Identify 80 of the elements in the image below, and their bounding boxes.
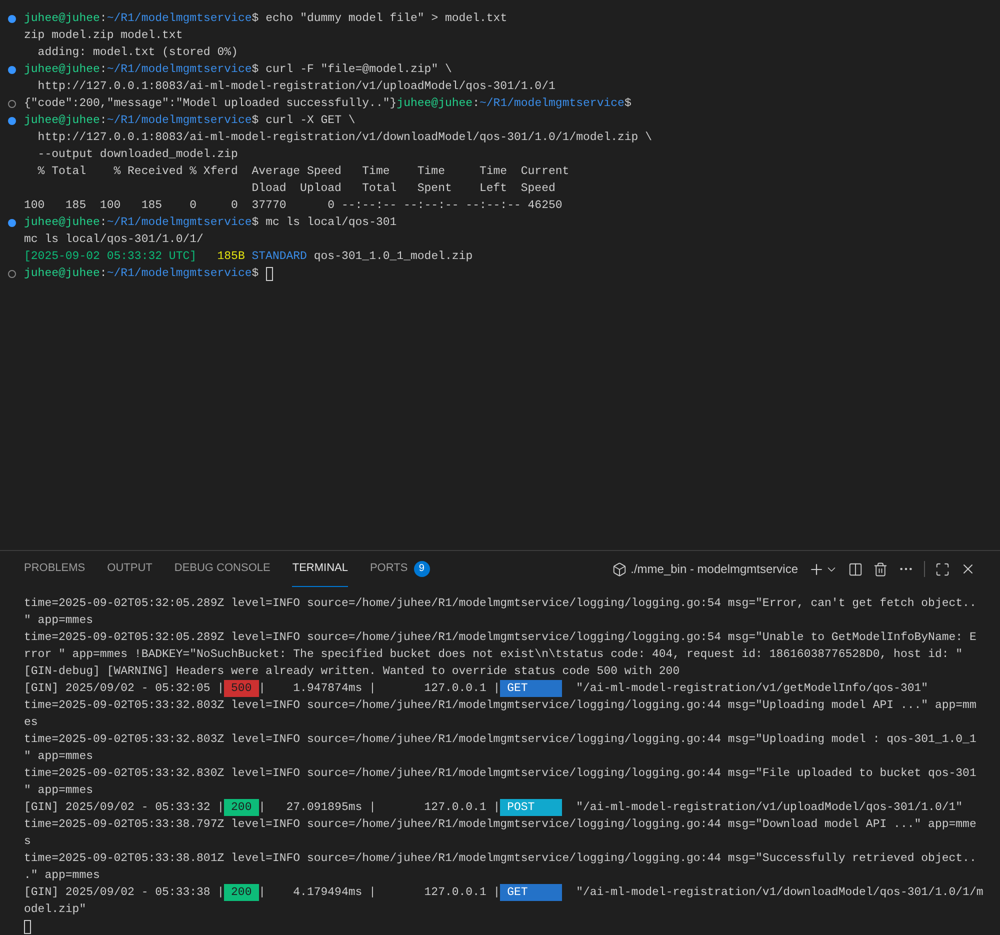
terminal-text: ." app=mmes	[24, 868, 100, 884]
terminal-text: Dload Upload Total Spent Left Speed	[250, 181, 556, 197]
terminal-text: :	[100, 266, 107, 282]
terminal-text: 185B	[216, 249, 245, 265]
terminal-text: qos-301_1.0_1_model.zip	[312, 249, 473, 265]
terminal-text: --output downloaded_model.zip	[36, 147, 238, 163]
terminal-text: time=2025-09-02T05:33:32.803Z level=INFO source=/home/juhee/R1/modelmgmtservice/logging/logging.go:44 msg="Uploading model API ..." app=mm	[24, 698, 976, 714]
terminal-text: | 1.947874ms | 127.0.0.1 |	[258, 681, 500, 697]
terminal-text: adding: model.txt (stored 0%)	[36, 45, 238, 61]
terminal-text: $ echo "dummy model file" > model.txt	[252, 11, 508, 27]
terminal-text: "/ai-ml-model-registration/v1/getModelInfo/qos-301"	[575, 681, 928, 697]
terminal-text: {"code":200,"message":"Model uploaded successfully.."}	[24, 96, 397, 112]
terminal-text: juhee@juhee	[24, 215, 100, 231]
terminal-text: ~/R1/modelmgmtservice	[106, 215, 252, 231]
terminal-text: :	[472, 96, 480, 112]
terminal-text: [GIN] 2025/09/02 - 05:32:05 |	[24, 681, 224, 697]
terminal-text: " app=mmes	[24, 783, 94, 799]
terminal-text: :	[100, 62, 107, 78]
terminal-text: juhee@juhee	[24, 266, 100, 282]
terminal-text: :	[100, 215, 107, 231]
maximize-panel-icon[interactable]	[935, 562, 950, 576]
terminal-text: time=2025-09-02T05:33:38.797Z level=INFO source=/home/juhee/R1/modelmgmtservice/logging/logging.go:44 msg="Download model API ..." app=mme	[24, 817, 976, 833]
terminal-text: " app=mmes	[24, 749, 94, 765]
http-method-badge: GET	[500, 884, 562, 901]
terminal-text: $	[252, 266, 260, 282]
terminal-text: | 4.179494ms | 127.0.0.1 |	[258, 885, 500, 901]
terminal-text: s	[24, 834, 31, 850]
terminal-text: $ curl -X GET \	[252, 113, 356, 129]
status-code-badge: 200	[224, 799, 259, 816]
terminal-text: juhee@juhee	[24, 113, 100, 129]
terminal-text: juhee@juhee	[396, 96, 473, 112]
terminal-text: :	[100, 113, 107, 129]
terminal-text: time=2025-09-02T05:32:05.289Z level=INFO source=/home/juhee/R1/modelmgmtservice/logging/logging.go:54 msg="Unable to GetModelInfoByName: E	[24, 630, 976, 646]
panel-tab[interactable]: TERMINAL	[292, 551, 348, 587]
terminal-text: :	[100, 11, 107, 27]
terminal-text: % Total % Received % Xferd Average Speed Time Time Time Current	[36, 164, 570, 180]
terminal-text: [2025-09-02 05:33:32 UTC]	[24, 249, 197, 265]
terminal-text: [GIN] 2025/09/02 - 05:33:32 |	[24, 800, 224, 816]
panel-tab[interactable]: PORTS 9	[370, 551, 430, 587]
terminal-text: $	[624, 96, 632, 112]
terminal-text: $ mc ls local/qos-301	[252, 215, 397, 231]
terminal-text: "/ai-ml-model-registration/v1/downloadModel/qos-301/1.0/1/m	[575, 885, 984, 901]
terminal-text: STANDARD	[250, 249, 307, 265]
terminal-text: juhee@juhee	[24, 62, 100, 78]
terminal-text: " app=mmes	[24, 613, 94, 629]
http-method-badge: POST	[500, 799, 562, 816]
terminal-text: [GIN] 2025/09/02 - 05:33:38 |	[24, 885, 224, 901]
terminal-text: ~/R1/modelmgmtservice	[106, 113, 252, 129]
terminal-text: ~/R1/modelmgmtservice	[480, 96, 624, 112]
terminal-text: | 27.091895ms | 127.0.0.1 |	[258, 800, 500, 816]
terminal-text: zip model.zip model.txt	[24, 28, 183, 44]
status-code-badge: 200	[224, 884, 259, 901]
trash-icon[interactable]	[873, 562, 888, 576]
terminal-text: http://127.0.0.1:8083/ai-ml-model-registration/v1/uploadModel/qos-301/1.0/1	[36, 79, 556, 95]
split-terminal-icon[interactable]	[848, 562, 863, 576]
terminal-text: time=2025-09-02T05:33:32.830Z level=INFO source=/home/juhee/R1/modelmgmtservice/logging/logging.go:44 msg="File uploaded to bucket qos-301	[24, 766, 976, 782]
panel-tab[interactable]: PROBLEMS	[24, 551, 86, 587]
panel-tab[interactable]: OUTPUT	[107, 551, 152, 587]
terminal-text: 100 185 100 185 0 0 37770 0 --:--:-- --:--:-- --:--:-- 46250	[24, 198, 562, 214]
terminal-text: [GIN-debug] [WARNING] Headers were already written. Wanted to override status code 500 with 200	[24, 664, 680, 680]
terminal-text: rror " app=mmes !BADKEY="NoSuchBucket: The specified bucket does not exist\n\tstatus code: 404, request id: 18616038776528D0, host id: "	[24, 647, 963, 663]
terminal-name[interactable]: ./mme_bin - modelmgmtservice	[630, 560, 798, 578]
terminal-text: time=2025-09-02T05:32:05.289Z level=INFO source=/home/juhee/R1/modelmgmtservice/logging/logging.go:54 msg="Error, can't get fetch object..	[24, 596, 976, 612]
terminal-text: ~/R1/modelmgmtservice	[106, 11, 252, 27]
terminal-text: odel.zip"	[24, 902, 86, 918]
terminal-text: juhee@juhee	[24, 11, 100, 27]
terminal-text: es	[24, 715, 38, 731]
terminal-text: mc ls local/qos-301/1.0/1/	[24, 232, 204, 248]
panel-tab[interactable]: DEBUG CONSOLE	[174, 551, 270, 587]
status-code-badge: 500	[224, 680, 259, 697]
terminal-text: time=2025-09-02T05:33:38.801Z level=INFO source=/home/juhee/R1/modelmgmtservice/logging/logging.go:44 msg="Successfully retrieved object..	[24, 851, 976, 867]
count-badge: 9	[414, 560, 430, 576]
terminal-text: ~/R1/modelmgmtservice	[106, 266, 252, 282]
terminal-cube-icon	[612, 562, 627, 576]
terminal-text: $ curl -F "file=@model.zip" \	[252, 62, 452, 78]
terminal-text: "/ai-ml-model-registration/v1/uploadModel/qos-301/1.0/1"	[575, 800, 963, 816]
http-method-badge: GET	[500, 680, 562, 697]
terminal-text: ~/R1/modelmgmtservice	[106, 62, 252, 78]
terminal-text: time=2025-09-02T05:33:32.803Z level=INFO source=/home/juhee/R1/modelmgmtservice/logging/logging.go:44 msg="Uploading model : qos-301_1.0_1	[24, 732, 976, 748]
terminal-text: http://127.0.0.1:8083/ai-ml-model-registration/v1/downloadModel/qos-301/1.0/1/model.zip \	[36, 130, 652, 146]
